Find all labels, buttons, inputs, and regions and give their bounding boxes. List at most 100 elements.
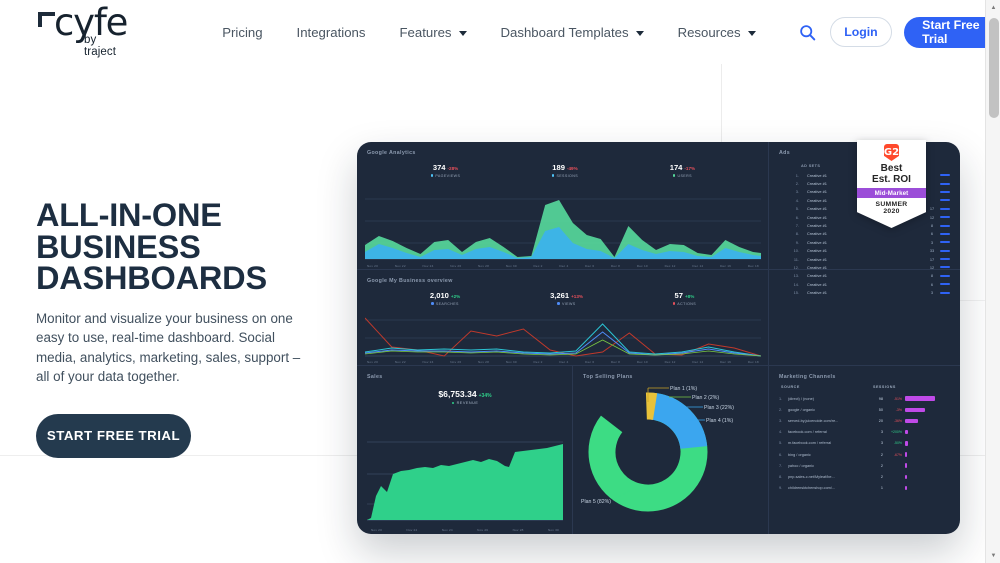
row-count: 6 <box>930 231 934 237</box>
row-index: 6. <box>795 214 799 220</box>
axis-label: Dec 16 <box>720 360 732 364</box>
axis-label: Dec 4 <box>559 360 569 364</box>
row-bar <box>905 474 907 480</box>
scroll-down-arrow-icon[interactable]: ▼ <box>986 548 1000 563</box>
table-row[interactable]: 6. bing / organic 2 -67% <box>779 449 950 460</box>
row-source: pnp-sales-c.net/Myleaf/be... <box>788 474 835 479</box>
hero-start-free-trial-button[interactable]: START FREE TRIAL <box>36 413 191 458</box>
donut-label-plan5: Plan 5 (82%) <box>581 499 611 505</box>
gmb-metrics: 2,010 +2% SEARCHES 3,261 +13% VIEWS 57 +8% … <box>367 291 759 306</box>
chevron-down-icon <box>458 30 467 36</box>
login-button[interactable]: Login <box>829 17 893 47</box>
table-row[interactable]: 13. Creative #1 8 <box>779 272 950 280</box>
row-bar <box>905 429 908 435</box>
table-row[interactable]: 4. facebook.com / referral 3 +200% <box>779 427 950 438</box>
row-name: Creative #1 <box>807 248 827 254</box>
widget-marketing-channels[interactable]: Marketing Channels SOURCE SESSIONS 1. (di… <box>769 366 960 534</box>
sales-axis-labels: Nov 20 Nov 22 Nov 24 Nov 26 Nov 28 Nov 3… <box>367 528 563 532</box>
sales-value: $6,753.34 <box>438 389 477 399</box>
badge-season: SUMMER <box>875 201 908 208</box>
table-row[interactable]: 8. pnp-sales-c.net/Myleaf/be... 2 <box>779 471 950 482</box>
row-count: 8 <box>930 223 934 229</box>
row-name: Creative #1 <box>807 264 827 270</box>
legend-dot <box>431 302 434 305</box>
ga-metrics: 374 -28% PAGEVIEWS 189 -49% SESSIONS 174 -1… <box>367 163 759 178</box>
row-name: Creative #1 <box>807 256 827 262</box>
search-button[interactable] <box>795 15 820 49</box>
table-row[interactable]: 5. m.facebook.com / referral 3 -50% <box>779 438 950 449</box>
column-header-source: SOURCE <box>781 385 800 389</box>
row-source: (direct) / (none) <box>788 396 814 401</box>
axis-label: Nov 24 <box>422 264 434 268</box>
table-row[interactable]: 11. Creative #1 17 <box>779 255 950 263</box>
widget-top-selling-plans[interactable]: Top Selling Plans Plan 1 (1%) Plan 2 (2%… <box>573 366 769 534</box>
metric-searches: 2,010 +2% SEARCHES <box>430 291 460 306</box>
nav-item-integrations[interactable]: Integrations <box>280 25 383 40</box>
widget-title: Google My Business overview <box>367 278 453 284</box>
row-count: 6 <box>930 281 934 287</box>
metric-actions: 57 +8% ACTIONS <box>672 291 696 306</box>
start-free-trial-button[interactable]: Start Free Trial → <box>904 16 985 48</box>
axis-label: Dec 8 <box>610 264 621 268</box>
legend-dot <box>551 174 555 177</box>
legend-dot <box>430 174 434 177</box>
sales-area-chart <box>367 441 563 521</box>
axis-label: Dec 10 <box>636 360 648 364</box>
row-index: 3. <box>795 189 799 195</box>
donut-label-plan4: Plan 4 (1%) <box>706 418 733 424</box>
marketing-table-body: 1. (direct) / (none) 98 -51% 2. google / org… <box>779 393 950 494</box>
widget-sales[interactable]: Sales $6,753.34 +34% REVENUE Nov 20 Nov 2… <box>357 366 573 534</box>
metric-label: USERS <box>677 173 692 178</box>
axis-label: Nov 28 <box>512 528 524 532</box>
nav-label: Integrations <box>296 24 366 40</box>
table-row[interactable]: 14. Creative #1 6 <box>779 280 950 288</box>
metric-value: 2,010 <box>429 291 449 300</box>
row-index: 5. <box>779 441 783 446</box>
nav-label: Resources <box>677 24 741 40</box>
nav-item-features[interactable]: Features <box>382 25 483 40</box>
row-change: -36% <box>893 418 902 423</box>
nav-item-resources[interactable]: Resources <box>661 25 773 40</box>
row-bar <box>905 441 908 446</box>
widget-title: Sales <box>367 374 383 380</box>
table-row[interactable]: 3. served-by.juicenoide.com/re... 20 -36% <box>779 415 950 426</box>
row-count: 3 <box>930 290 934 296</box>
widget-google-analytics[interactable]: Google Analytics 374 -28% PAGEVIEWS 189 -4… <box>357 142 769 270</box>
table-row[interactable]: 10. Creative #1 33 <box>779 247 950 255</box>
row-source: google / organic <box>788 407 816 412</box>
row-bar <box>940 216 950 219</box>
scroll-up-arrow-icon[interactable]: ▲ <box>986 0 1000 15</box>
row-sessions: 98 <box>878 396 883 401</box>
site-header: cyfe by traject Pricing Integrations Fea… <box>0 0 985 64</box>
row-change: +200% <box>891 430 902 435</box>
nav-item-dashboard-templates[interactable]: Dashboard Templates <box>484 25 661 40</box>
row-bar <box>940 224 950 227</box>
hero-section: ALL-IN-ONE BUSINESS DASHBOARDS Monitor a… <box>36 199 336 458</box>
metric-users: 174 -17% USERS <box>670 163 695 178</box>
table-row[interactable]: 2. google / organic 50 -3% <box>779 404 950 415</box>
table-row[interactable]: 1. (direct) / (none) 98 -51% <box>779 393 950 404</box>
row-sessions: 3 <box>880 430 883 435</box>
table-row[interactable]: 8. Creative #1 6 <box>779 230 950 238</box>
axis-label: Nov 28 <box>478 360 490 364</box>
widget-title: Marketing Channels <box>779 374 836 380</box>
axis-label: Nov 30 <box>547 528 559 532</box>
metric-label: SEARCHES <box>435 301 459 306</box>
axis-label: Dec 12 <box>664 360 676 364</box>
scrollbar-thumb[interactable] <box>988 18 999 118</box>
table-row[interactable]: 7. yahoo / organic 2 <box>779 460 950 471</box>
table-row[interactable]: 15. Creative #1 3 <box>779 288 950 296</box>
browser-scrollbar[interactable]: ▲ ▼ <box>985 0 1000 563</box>
nav-label: Dashboard Templates <box>500 24 629 40</box>
logo[interactable]: cyfe by traject <box>38 4 128 58</box>
nav-item-pricing[interactable]: Pricing <box>205 25 279 40</box>
widget-gmb[interactable]: Google My Business overview 2,010 +2% SEA… <box>357 270 769 366</box>
table-row[interactable]: 12. Creative #1 12 <box>779 263 950 271</box>
row-bar <box>940 283 950 286</box>
table-row[interactable]: 9. Creative #1 3 <box>779 238 950 246</box>
row-bar <box>940 182 950 185</box>
row-index: 4. <box>795 197 799 203</box>
table-row[interactable]: 9. childrensktchenshop.com/... 1 <box>779 483 950 494</box>
legend-dot <box>451 401 455 405</box>
row-count: 12 <box>929 264 935 270</box>
